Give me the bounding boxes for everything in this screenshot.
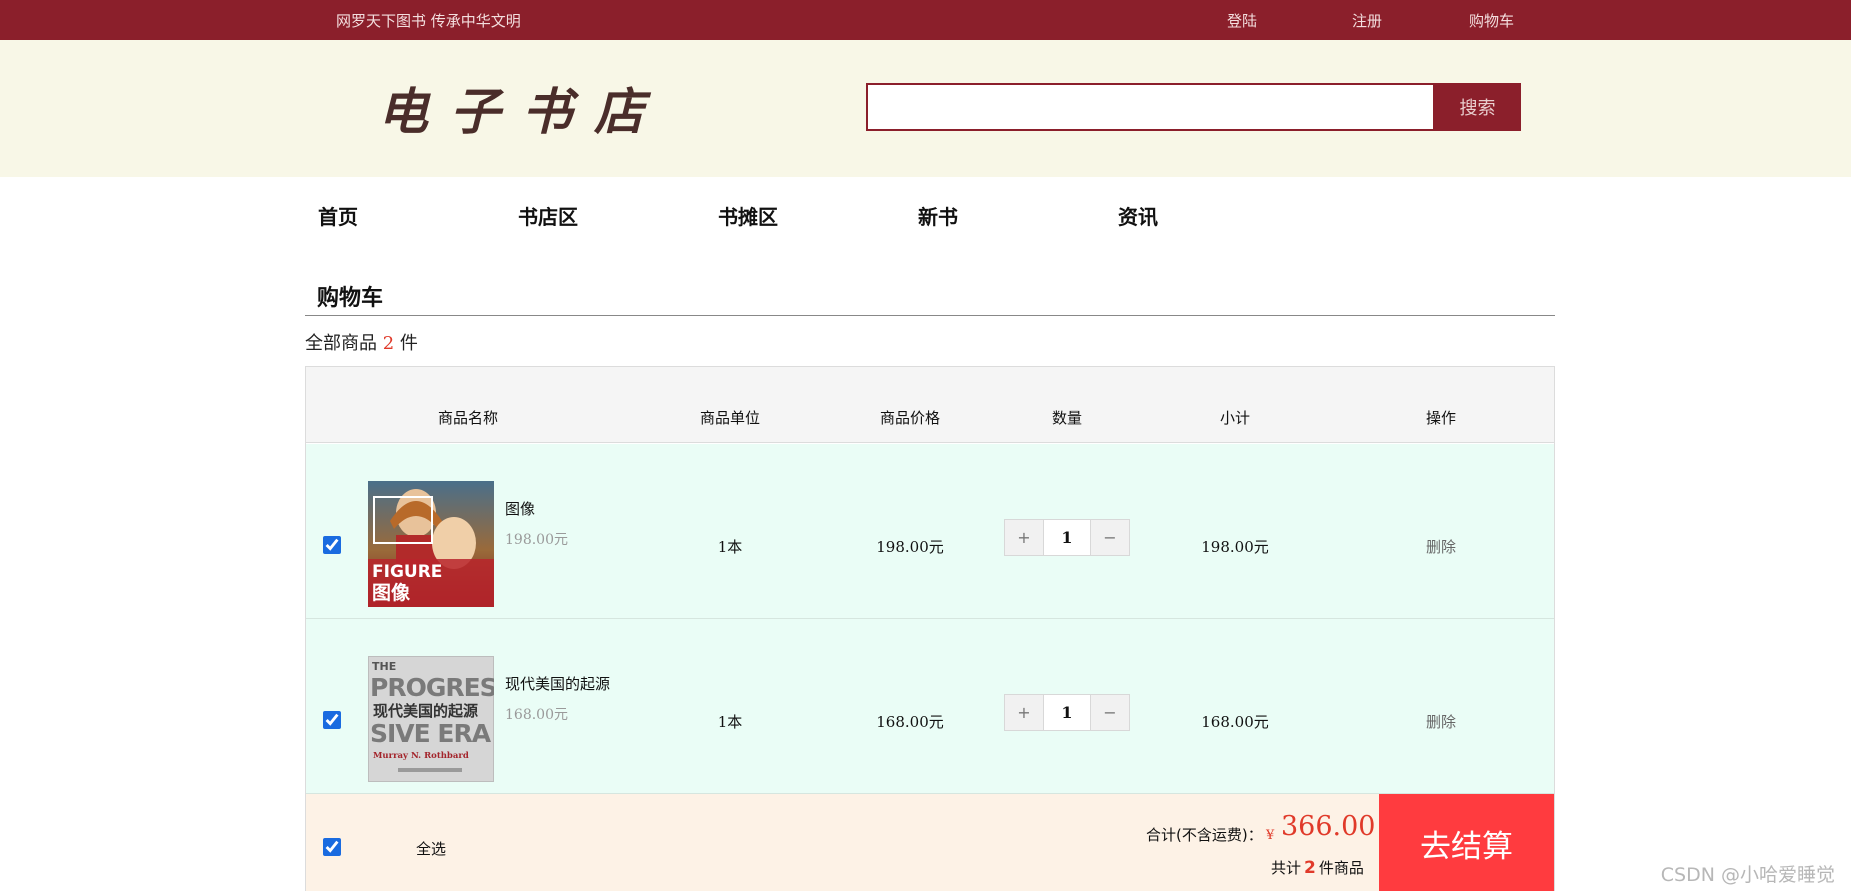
row-checkbox[interactable] <box>323 536 341 554</box>
delete-link[interactable]: 删除 <box>1426 536 1456 557</box>
quantity-field[interactable]: 1 <box>1043 520 1091 555</box>
nav-item-news[interactable]: 资讯 <box>1118 201 1158 230</box>
cover-line3: SIVE ERA <box>370 719 492 748</box>
search-button[interactable]: 搜索 <box>1434 83 1521 131</box>
product-subtotal: 168.00元 <box>1201 713 1269 731</box>
cover-title-cn: 图像 <box>372 581 411 604</box>
plus-button[interactable]: + <box>1005 520 1043 555</box>
book-cover-image[interactable]: FIGURE 图像 <box>368 481 494 607</box>
column-header-price: 商品价格 <box>879 409 941 427</box>
total-count-suffix: 件商品 <box>1318 859 1364 877</box>
cover-author: Murray N. Rothbard <box>373 751 469 761</box>
column-header-quantity: 数量 <box>1051 409 1083 427</box>
column-header-name: 商品名称 <box>437 409 499 427</box>
site-slogan: 网罗天下图书 传承中华文明 <box>336 12 521 30</box>
search-box <box>866 83 1435 131</box>
total-amount: 366.00 <box>1281 811 1376 842</box>
table-row: FIGURE 图像 图像 198.00元 1本 198.00元 + 1 − 19… <box>306 444 1554 619</box>
product-price: 168.00元 <box>876 713 944 731</box>
register-link[interactable]: 注册 <box>1352 10 1382 31</box>
minus-button[interactable]: − <box>1091 695 1129 730</box>
cart-summary: 全选 合计(不含运费)： ¥ 366.00 共计 2 件商品 去结算 <box>306 794 1554 891</box>
product-unit: 1本 <box>717 713 743 731</box>
checkout-button[interactable]: 去结算 <box>1379 794 1554 891</box>
delete-link[interactable]: 删除 <box>1426 711 1456 732</box>
cart-item-count: 全部商品 2 件 <box>305 329 418 355</box>
search-input[interactable] <box>868 85 1433 129</box>
nav-item-home[interactable]: 首页 <box>318 201 358 230</box>
minus-button[interactable]: − <box>1091 520 1129 555</box>
select-all-checkbox[interactable] <box>323 838 341 856</box>
product-sub-price: 198.00元 <box>505 532 568 548</box>
cover-line1: THE <box>372 660 396 673</box>
product-subtotal: 198.00元 <box>1201 538 1269 556</box>
currency-symbol: ¥ <box>1266 828 1275 843</box>
site-header: 电子书店 搜索 <box>0 40 1851 177</box>
site-logo[interactable]: 电子书店 <box>378 72 666 144</box>
figure-book-cover: FIGURE 图像 <box>368 481 494 607</box>
cart-table: 商品名称 商品单位 商品价格 数量 小计 操作 FIGURE 图像 图像 198… <box>305 366 1555 891</box>
cover-title-en: FIGURE <box>372 562 442 582</box>
quantity-stepper: + 1 − <box>1004 694 1130 731</box>
divider <box>305 315 1555 316</box>
column-header-unit: 商品单位 <box>699 409 761 427</box>
product-sub-price: 168.00元 <box>505 707 568 723</box>
watermark: CSDN @小哈爱睡觉 <box>1660 864 1835 886</box>
top-bar: 网罗天下图书 传承中华文明 登陆 注册 购物车 <box>0 0 1851 40</box>
cart-link[interactable]: 购物车 <box>1469 10 1514 31</box>
total-count-prefix: 共计 <box>1271 859 1302 877</box>
plus-button[interactable]: + <box>1005 695 1043 730</box>
total-count-number: 2 <box>1304 858 1316 878</box>
quantity-stepper: + 1 − <box>1004 519 1130 556</box>
product-name[interactable]: 图像 <box>505 498 535 519</box>
product-price: 198.00元 <box>876 538 944 556</box>
progressive-era-book-cover: THE PROGRES 现代美国的起源 SIVE ERA Murray N. R… <box>368 656 494 782</box>
count-prefix: 全部商品 <box>305 333 377 354</box>
column-header-subtotal: 小计 <box>1219 409 1251 427</box>
quantity-field[interactable]: 1 <box>1043 695 1091 730</box>
count-number: 2 <box>382 333 395 354</box>
product-unit: 1本 <box>717 538 743 556</box>
product-name[interactable]: 现代美国的起源 <box>505 673 610 694</box>
row-checkbox[interactable] <box>323 711 341 729</box>
nav-item-bookstall[interactable]: 书摊区 <box>718 201 778 230</box>
nav-item-new-books[interactable]: 新书 <box>918 201 958 230</box>
select-all-label[interactable]: 全选 <box>416 838 446 859</box>
total-label: 合计(不含运费)： <box>1146 826 1263 844</box>
table-row: THE PROGRES 现代美国的起源 SIVE ERA Murray N. R… <box>306 619 1554 794</box>
total-item-count: 共计 2 件商品 <box>1271 857 1364 878</box>
login-link[interactable]: 登陆 <box>1227 10 1257 31</box>
book-cover-image[interactable]: THE PROGRES 现代美国的起源 SIVE ERA Murray N. R… <box>368 656 494 782</box>
column-header-action: 操作 <box>1425 409 1457 427</box>
cart-title: 购物车 <box>317 285 384 311</box>
nav-item-bookstore[interactable]: 书店区 <box>518 201 578 230</box>
cover-line2: PROGRES <box>370 673 494 702</box>
count-suffix: 件 <box>399 333 418 354</box>
table-header: 商品名称 商品单位 商品价格 数量 小计 操作 <box>306 367 1554 443</box>
cover-title-cn: 现代美国的起源 <box>373 702 478 720</box>
